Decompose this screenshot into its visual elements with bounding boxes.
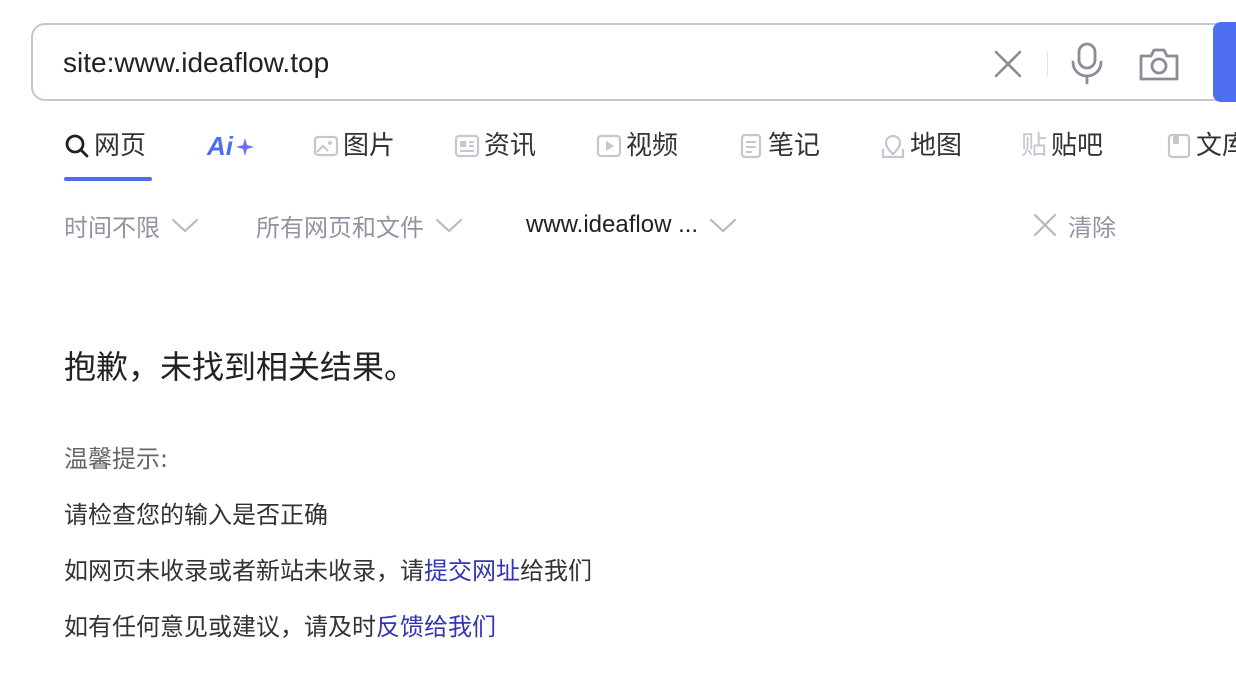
- ai-icon: Ai: [207, 131, 233, 161]
- search-submit-button[interactable]: [1213, 22, 1236, 102]
- tip-text: 如有任何意见或建议，请及时: [64, 613, 376, 641]
- tab-images[interactable]: 图片: [313, 125, 395, 185]
- tieba-icon: 贴: [1021, 131, 1048, 161]
- tab-ai[interactable]: Ai: [207, 125, 255, 185]
- filter-label: www.ideaflow ...: [526, 211, 699, 238]
- submit-url-link[interactable]: 提交网址: [424, 557, 520, 585]
- tab-label: 笔记: [768, 131, 821, 161]
- note-icon: [738, 133, 764, 159]
- divider: [1047, 51, 1048, 77]
- sparkle-icon: [236, 138, 254, 156]
- tip-feedback: 如有任何意见或建议，请及时反馈给我们: [64, 610, 496, 644]
- clear-filters-button[interactable]: 清除: [1032, 205, 1116, 245]
- no-results-title: 抱歉，未找到相关结果。: [64, 348, 417, 386]
- camera-icon[interactable]: [1137, 45, 1181, 83]
- tab-notes[interactable]: 笔记: [738, 125, 820, 185]
- tab-label: 网页: [94, 131, 147, 161]
- file-type-filter-dropdown[interactable]: 所有网页和文件: [256, 205, 464, 245]
- tab-label: 地图: [910, 131, 963, 161]
- tab-web[interactable]: 网页: [64, 125, 146, 185]
- chevron-down-icon: [435, 218, 463, 233]
- tip-check-input: 请检查您的输入是否正确: [64, 501, 328, 529]
- tip-text: 如网页未收录或者新站未收录，请: [64, 557, 424, 585]
- tab-label: 资讯: [484, 131, 537, 161]
- tip-submit-url: 如网页未收录或者新站未收录，请提交网址给我们: [64, 554, 592, 588]
- news-icon: [454, 133, 480, 159]
- tips-heading: 温馨提示:: [64, 445, 169, 473]
- search-input[interactable]: [63, 45, 763, 81]
- search-box: [31, 23, 1236, 101]
- close-icon: [1033, 213, 1057, 237]
- clear-label: 清除: [1068, 213, 1116, 242]
- doc-icon: [1166, 133, 1192, 159]
- filter-label: 时间不限: [64, 213, 160, 242]
- tab-label: 图片: [343, 131, 396, 161]
- map-icon: [880, 133, 906, 159]
- feedback-link[interactable]: 反馈给我们: [376, 613, 496, 641]
- tab-tieba[interactable]: 贴 贴吧: [1021, 125, 1103, 185]
- time-filter-dropdown[interactable]: 时间不限: [64, 205, 200, 245]
- site-filter-dropdown[interactable]: www.ideaflow ...: [526, 205, 738, 245]
- tab-label: 文库: [1196, 131, 1236, 161]
- video-icon: [596, 133, 622, 159]
- tab-news[interactable]: 资讯: [454, 125, 536, 185]
- tab-docs[interactable]: 文库: [1166, 125, 1236, 185]
- tip-text: 给我们: [520, 557, 592, 585]
- tab-video[interactable]: 视频: [596, 125, 678, 185]
- tab-map[interactable]: 地图: [880, 125, 962, 185]
- close-icon[interactable]: [991, 47, 1025, 81]
- search-tabs: 网页 Ai 图片 资讯 视频 笔记 地图 贴 贴吧 文库: [0, 125, 1236, 185]
- microphone-icon[interactable]: [1067, 41, 1107, 85]
- tab-label: 贴吧: [1051, 131, 1104, 161]
- search-icon: [64, 133, 90, 159]
- chevron-down-icon: [171, 218, 199, 233]
- filter-label: 所有网页和文件: [256, 213, 424, 242]
- active-tab-indicator: [64, 177, 152, 181]
- image-icon: [313, 133, 339, 159]
- tab-label: 视频: [626, 131, 679, 161]
- search-filters: 时间不限 所有网页和文件 www.ideaflow ... 清除: [0, 205, 1236, 245]
- chevron-down-icon: [709, 218, 737, 233]
